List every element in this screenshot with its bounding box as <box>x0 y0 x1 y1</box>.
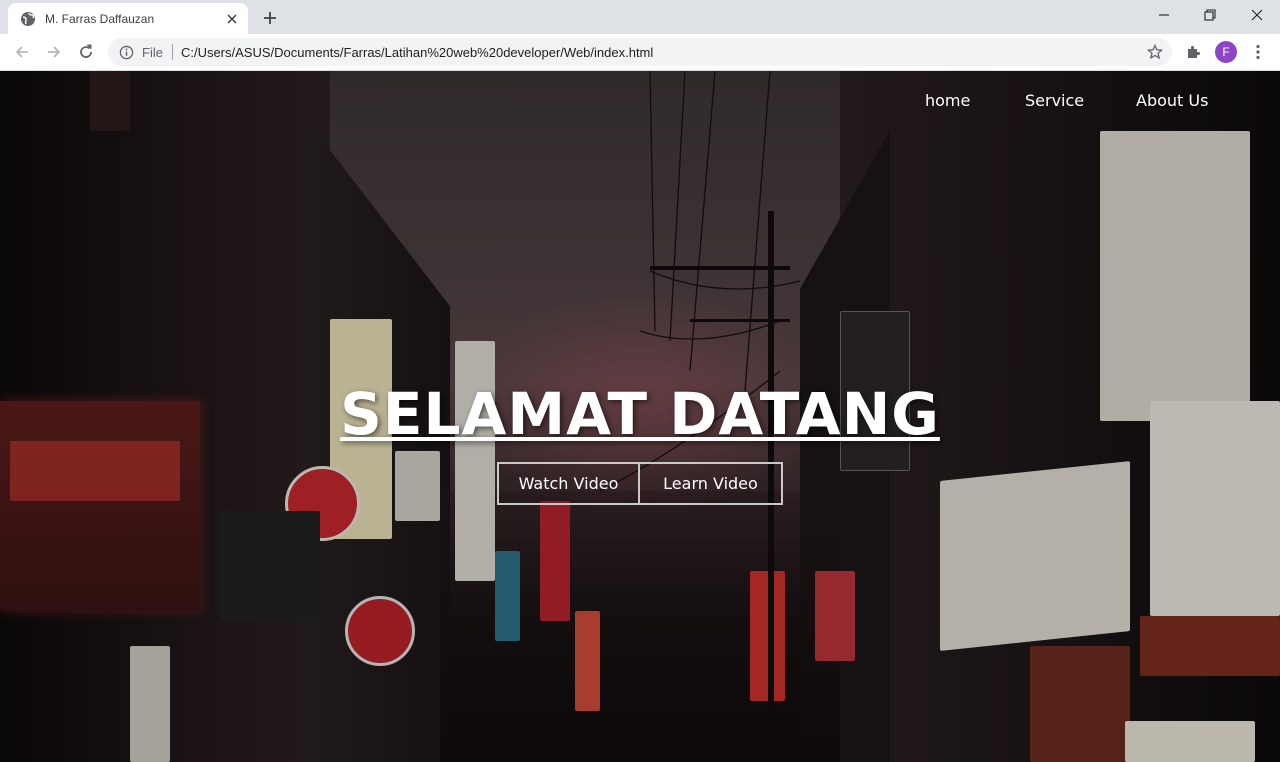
address-bar[interactable]: File C:/Users/ASUS/Documents/Farras/Lati… <box>108 38 1172 66</box>
nav-link-service[interactable]: Service <box>1025 91 1084 110</box>
close-tab-icon[interactable] <box>222 9 242 29</box>
profile-avatar-button[interactable]: F <box>1212 38 1240 66</box>
browser-toolbar: File C:/Users/ASUS/Documents/Farras/Lati… <box>0 34 1280 71</box>
nav-link-home[interactable]: home <box>925 91 970 110</box>
browser-tab[interactable]: M. Farras Daffauzan <box>8 3 248 34</box>
bookmark-star-icon[interactable] <box>1146 43 1164 61</box>
new-tab-button[interactable] <box>258 6 282 30</box>
url-text[interactable]: C:/Users/ASUS/Documents/Farras/Latihan%2… <box>181 45 653 60</box>
omnibox-separator <box>171 44 173 60</box>
back-button[interactable] <box>8 38 36 66</box>
menu-kebab-icon[interactable] <box>1244 38 1272 66</box>
minimize-button[interactable] <box>1141 0 1187 30</box>
close-window-button[interactable] <box>1234 0 1280 30</box>
site-nav: home Service About Us <box>0 91 1280 113</box>
tab-strip: M. Farras Daffauzan <box>0 0 1280 34</box>
hero-button-group: Watch Video Learn Video <box>497 462 783 505</box>
avatar: F <box>1215 41 1237 63</box>
tab-title: M. Farras Daffauzan <box>45 11 155 26</box>
watch-video-button[interactable]: Watch Video <box>497 462 640 505</box>
reload-button[interactable] <box>72 38 100 66</box>
globe-icon <box>20 11 36 27</box>
forward-button[interactable] <box>40 38 68 66</box>
learn-video-button[interactable]: Learn Video <box>640 462 783 505</box>
nav-link-about-us[interactable]: About Us <box>1136 91 1208 110</box>
page-viewport: home Service About Us SELAMAT DATANG Wat… <box>0 71 1280 762</box>
extensions-puzzle-icon[interactable] <box>1180 38 1208 66</box>
hero-title: SELAMAT DATANG <box>340 380 940 448</box>
info-icon[interactable] <box>118 44 134 60</box>
file-label: File <box>142 44 163 60</box>
restore-button[interactable] <box>1187 0 1233 30</box>
